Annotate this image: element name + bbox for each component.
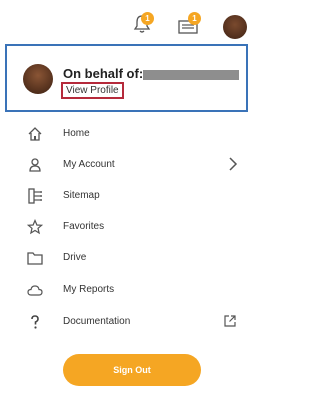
- menu-item-my-account[interactable]: My Account: [0, 153, 253, 181]
- menu-item-my-reports[interactable]: My Reports: [0, 278, 253, 306]
- menu-item-label: My Account: [63, 159, 115, 170]
- inbox-badge: 1: [188, 12, 201, 25]
- profile-panel: On behalf of: View Profile: [5, 44, 248, 112]
- profile-avatar: [23, 64, 53, 94]
- menu-item-label: Drive: [63, 252, 87, 263]
- menu-item-home[interactable]: Home: [0, 122, 253, 150]
- sign-out-button[interactable]: Sign Out: [63, 354, 201, 386]
- view-profile-link[interactable]: View Profile: [61, 82, 124, 99]
- menu-item-documentation[interactable]: Documentation: [0, 310, 253, 338]
- chevron-right-icon[interactable]: [227, 155, 239, 173]
- redacted-name: [143, 70, 239, 80]
- top-bar: 1 1: [0, 0, 253, 42]
- question-icon: [27, 314, 43, 330]
- sitemap-icon: [27, 188, 43, 204]
- menu-item-label: Documentation: [63, 316, 131, 327]
- notification-badge: 1: [141, 12, 154, 25]
- folder-icon: [27, 250, 43, 266]
- avatar[interactable]: [223, 15, 247, 39]
- star-icon: [26, 218, 44, 235]
- menu-item-label: My Reports: [63, 284, 115, 295]
- menu-item-drive[interactable]: Drive: [0, 246, 253, 274]
- menu-item-favorites[interactable]: Favorites: [0, 215, 253, 243]
- menu-item-label: Favorites: [63, 221, 105, 232]
- menu-item-label: Sitemap: [63, 190, 100, 201]
- menu-item-label: Home: [63, 128, 90, 139]
- home-icon: [27, 126, 43, 142]
- cloud-icon: [27, 282, 43, 298]
- external-link-icon[interactable]: [224, 314, 236, 327]
- menu-item-sitemap[interactable]: Sitemap: [0, 184, 253, 212]
- on-behalf-label: On behalf of:: [63, 66, 144, 81]
- person-icon: [27, 157, 43, 173]
